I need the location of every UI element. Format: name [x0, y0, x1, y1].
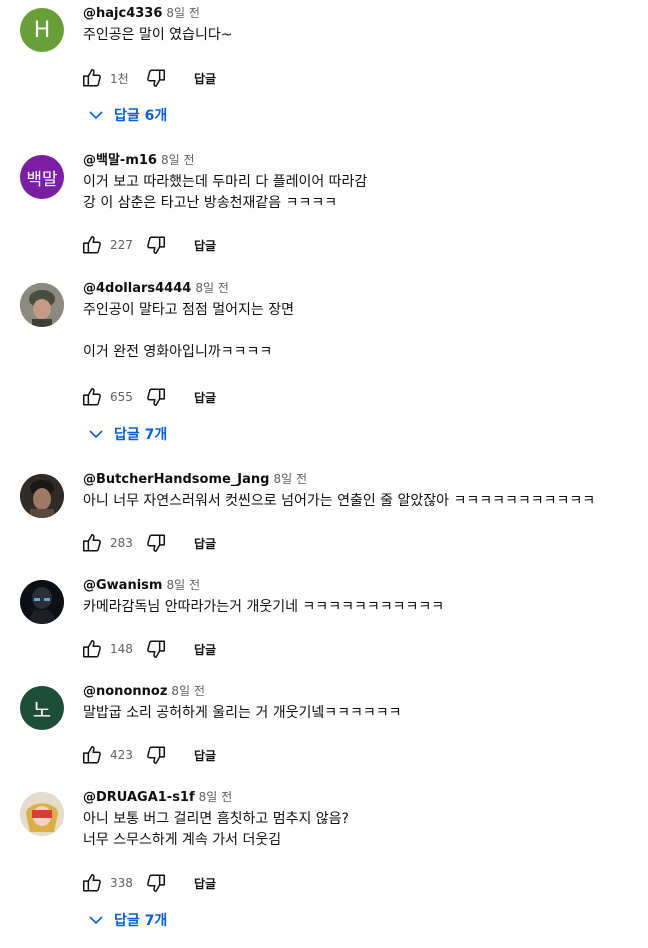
comment-text: 주인공이 말타고 점점 멀어지는 장면 이거 완전 영화아입니까ㅋㅋㅋㅋ — [83, 302, 294, 360]
avatar[interactable]: H — [20, 8, 64, 52]
comment-text: 말밥굽 소리 공허하게 울리는 거 개웃기넼ㅋㅋㅋㅋㅋㅋ — [83, 705, 402, 721]
dislike-button[interactable] — [144, 871, 168, 895]
thumb-up-icon — [83, 69, 101, 87]
dislike-button[interactable] — [144, 743, 168, 767]
like-count: 423 — [110, 748, 133, 762]
thumb-down-icon — [147, 746, 165, 764]
avatar[interactable] — [20, 580, 64, 624]
thumb-down-icon — [147, 236, 165, 254]
view-replies-button[interactable]: 답글 7개 — [88, 910, 167, 930]
thumb-up-icon — [83, 874, 101, 892]
view-replies-button[interactable]: 답글 7개 — [88, 424, 167, 444]
chevron-down-icon — [89, 111, 103, 120]
author-name[interactable]: @Gwanism — [83, 578, 162, 593]
like-button[interactable] — [80, 637, 104, 661]
avatar-photo-icon — [20, 792, 64, 836]
thumb-up-icon — [83, 236, 101, 254]
avatar-letter: 백말 — [26, 169, 58, 190]
comment-text: 아니 너무 자연스러워서 컷씬으로 넘어가는 연출인 줄 알았잖아 ㅋㅋㅋㅋㅋㅋ… — [83, 493, 596, 509]
thumb-up-icon — [83, 746, 101, 764]
reply-button[interactable]: 답글 — [194, 535, 216, 552]
dislike-button[interactable] — [144, 233, 168, 257]
dislike-button[interactable] — [144, 531, 168, 555]
chevron-down-icon — [89, 430, 103, 439]
avatar-photo-icon — [20, 474, 64, 518]
reply-button[interactable]: 답글 — [194, 641, 216, 658]
reply-button[interactable]: 답글 — [194, 875, 216, 892]
timestamp[interactable]: 8일 전 — [161, 153, 195, 167]
avatar[interactable] — [20, 474, 64, 518]
thumb-down-icon — [147, 640, 165, 658]
timestamp[interactable]: 8일 전 — [171, 684, 205, 698]
avatar-photo-icon — [20, 283, 64, 327]
author-name[interactable]: @4dollars4444 — [83, 281, 191, 296]
reply-button[interactable]: 답글 — [194, 747, 216, 764]
author-name[interactable]: @hajc4336 — [83, 6, 162, 21]
reply-button[interactable]: 답글 — [194, 389, 216, 406]
timestamp[interactable]: 8일 전 — [195, 281, 229, 295]
thumb-down-icon — [147, 874, 165, 892]
replies-count: 답글 7개 — [114, 427, 168, 443]
avatar-letter: 노 — [32, 697, 52, 722]
like-count: 338 — [110, 876, 133, 890]
avatar[interactable] — [20, 283, 64, 327]
author-name[interactable]: @ButcherHandsome_Jang — [83, 472, 269, 487]
thumb-down-icon — [147, 69, 165, 87]
timestamp[interactable]: 8일 전 — [273, 472, 307, 486]
reply-button[interactable]: 답글 — [194, 237, 216, 254]
thumb-down-icon — [147, 388, 165, 406]
like-count: 227 — [110, 238, 133, 252]
timestamp[interactable]: 8일 전 — [166, 578, 200, 592]
thumb-up-icon — [83, 388, 101, 406]
avatar[interactable]: 백말 — [20, 155, 64, 199]
reply-button[interactable]: 답글 — [194, 70, 216, 87]
like-count: 148 — [110, 642, 133, 656]
comment-text: 주인공은 말이 였습니다~ — [83, 27, 233, 43]
like-button[interactable] — [80, 743, 104, 767]
author-name[interactable]: @DRUAGA1-s1f — [83, 790, 195, 805]
dislike-button[interactable] — [144, 637, 168, 661]
thumb-up-icon — [83, 534, 101, 552]
thumb-up-icon — [83, 640, 101, 658]
like-button[interactable] — [80, 66, 104, 90]
like-count: 283 — [110, 536, 133, 550]
comment-text: 아니 보통 버그 걸리면 흠칫하고 멈추지 않음? 너무 스무스하게 계속 가서… — [83, 811, 349, 848]
avatar[interactable] — [20, 792, 64, 836]
comment-text: 이거 보고 따라했는데 두마리 다 플레이어 따라감 강 이 삼춘은 타고난 방… — [83, 174, 368, 211]
view-replies-button[interactable]: 답글 6개 — [88, 105, 167, 125]
avatar[interactable]: 노 — [20, 686, 64, 730]
author-name[interactable]: @백말-m16 — [83, 153, 157, 168]
avatar-letter: H — [33, 17, 51, 43]
like-button[interactable] — [80, 385, 104, 409]
author-name[interactable]: @nononnoz — [83, 684, 167, 699]
like-button[interactable] — [80, 871, 104, 895]
timestamp[interactable]: 8일 전 — [199, 790, 233, 804]
like-count: 1천 — [110, 71, 129, 86]
like-button[interactable] — [80, 233, 104, 257]
comment-text: 카메라감독님 안따라가는거 개웃기네 ㅋㅋㅋㅋㅋㅋㅋㅋㅋㅋㅋ — [83, 599, 445, 615]
dislike-button[interactable] — [144, 66, 168, 90]
replies-count: 답글 7개 — [114, 913, 168, 929]
like-button[interactable] — [80, 531, 104, 555]
replies-count: 답글 6개 — [114, 108, 168, 124]
timestamp[interactable]: 8일 전 — [166, 6, 200, 20]
thumb-down-icon — [147, 534, 165, 552]
avatar-photo-icon — [20, 580, 64, 624]
dislike-button[interactable] — [144, 385, 168, 409]
chevron-down-icon — [89, 916, 103, 925]
like-count: 655 — [110, 390, 133, 404]
